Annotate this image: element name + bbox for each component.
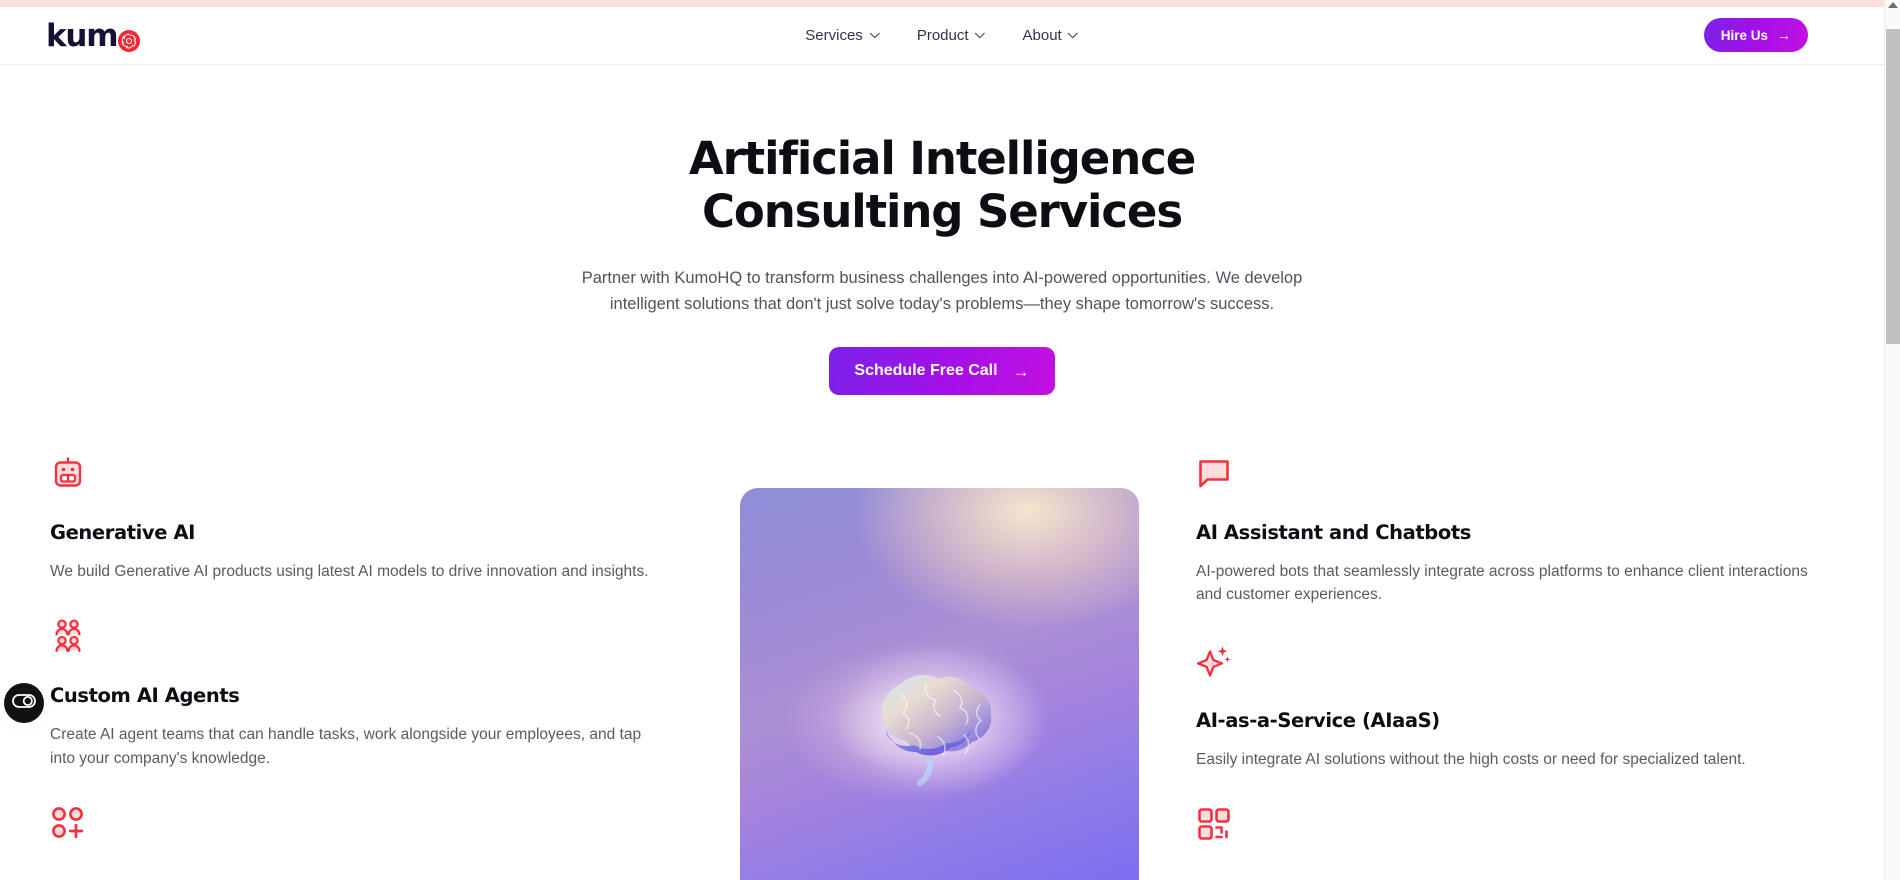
feature-ai-assistant-and-chatbots[interactable]: AI Assistant and Chatbots AI-powered bot… (1196, 455, 1836, 607)
features-column-left: Generative AI We build Generative AI pro… (50, 455, 690, 876)
feature-description: Create AI agent teams that can handle ta… (50, 726, 642, 767)
page-title: Artificial Intelligence Consulting Servi… (688, 132, 1196, 239)
schedule-free-call-button[interactable]: Schedule Free Call → (829, 347, 1055, 396)
feature-ai-as-a-service[interactable]: AI-as-a-Service (AIaaS) Easily integrate… (1196, 643, 1836, 771)
hire-us-label: Hire Us (1720, 27, 1768, 43)
nav-item-label: Product (916, 27, 969, 44)
hire-us-button[interactable]: Hire Us → (1703, 18, 1808, 52)
feature-generative-ai[interactable]: Generative AI We build Generative AI pro… (50, 455, 690, 583)
nav-item-services[interactable]: Services (805, 27, 880, 44)
site-header: kum Services Product About Hire Us → (0, 7, 1884, 65)
chevron-down-icon (1068, 32, 1079, 39)
feature-partial-bottom-right[interactable] (1196, 806, 1836, 842)
top-accent-band (0, 0, 1884, 7)
sparkle-icon (1196, 643, 1232, 679)
logo-wordmark: kum (46, 17, 119, 54)
feature-title: AI Assistant and Chatbots (1196, 521, 1471, 544)
nav-item-label: About (1022, 27, 1062, 44)
cookie-consent-button[interactable] (4, 683, 44, 723)
feature-partial-bottom-left[interactable] (50, 805, 690, 841)
circles-plus-icon (50, 805, 86, 841)
chat-bubble-icon (1196, 455, 1232, 491)
arrow-right-icon: → (1777, 27, 1791, 43)
feature-title: AI-as-a-Service (AIaaS) (1196, 708, 1440, 732)
kumo-spiral-mark-icon (118, 29, 141, 52)
features-section: Generative AI We build Generative AI pro… (0, 455, 1884, 880)
qr-code-icon (1196, 806, 1232, 842)
feature-title: Custom AI Agents (50, 684, 240, 708)
nav-item-about[interactable]: About (1023, 27, 1079, 44)
feature-description: Easily integrate AI solutions without th… (1196, 750, 1746, 768)
feature-title: Generative AI (50, 521, 195, 544)
scroll-up-arrow-icon[interactable] (1888, 2, 1898, 8)
chevron-down-icon (869, 32, 880, 39)
feature-description: We build Generative AI products using la… (50, 563, 649, 580)
feature-description: AI-powered bots that seamlessly integrat… (1196, 563, 1808, 604)
primary-nav: Services Product About (805, 7, 1079, 64)
site-logo[interactable]: kum (46, 15, 141, 57)
robot-icon (50, 455, 86, 491)
vertical-scrollbar[interactable] (1884, 0, 1900, 880)
scrollbar-thumb[interactable] (1886, 29, 1900, 344)
cookiebot-toggle-icon (12, 693, 36, 713)
schedule-free-call-label: Schedule Free Call (854, 362, 998, 380)
users-group-icon (50, 618, 86, 654)
nav-item-product[interactable]: Product (917, 27, 986, 44)
features-column-right: AI Assistant and Chatbots AI-powered bot… (1196, 455, 1836, 877)
hero-subtitle: Partner with KumoHQ to transform busines… (581, 269, 1303, 313)
feature-custom-ai-agents[interactable]: Custom AI Agents Create AI agent teams t… (50, 618, 690, 770)
hero-section: Artificial Intelligence Consulting Servi… (0, 66, 1884, 396)
nav-item-label: Services (805, 27, 863, 44)
hero-cta-wrap: Schedule Free Call → (0, 347, 1884, 396)
arrow-right-icon: → (1012, 361, 1030, 381)
chevron-down-icon (975, 32, 985, 39)
page-root: kum Services Product About Hire Us → Art… (0, 0, 1900, 880)
